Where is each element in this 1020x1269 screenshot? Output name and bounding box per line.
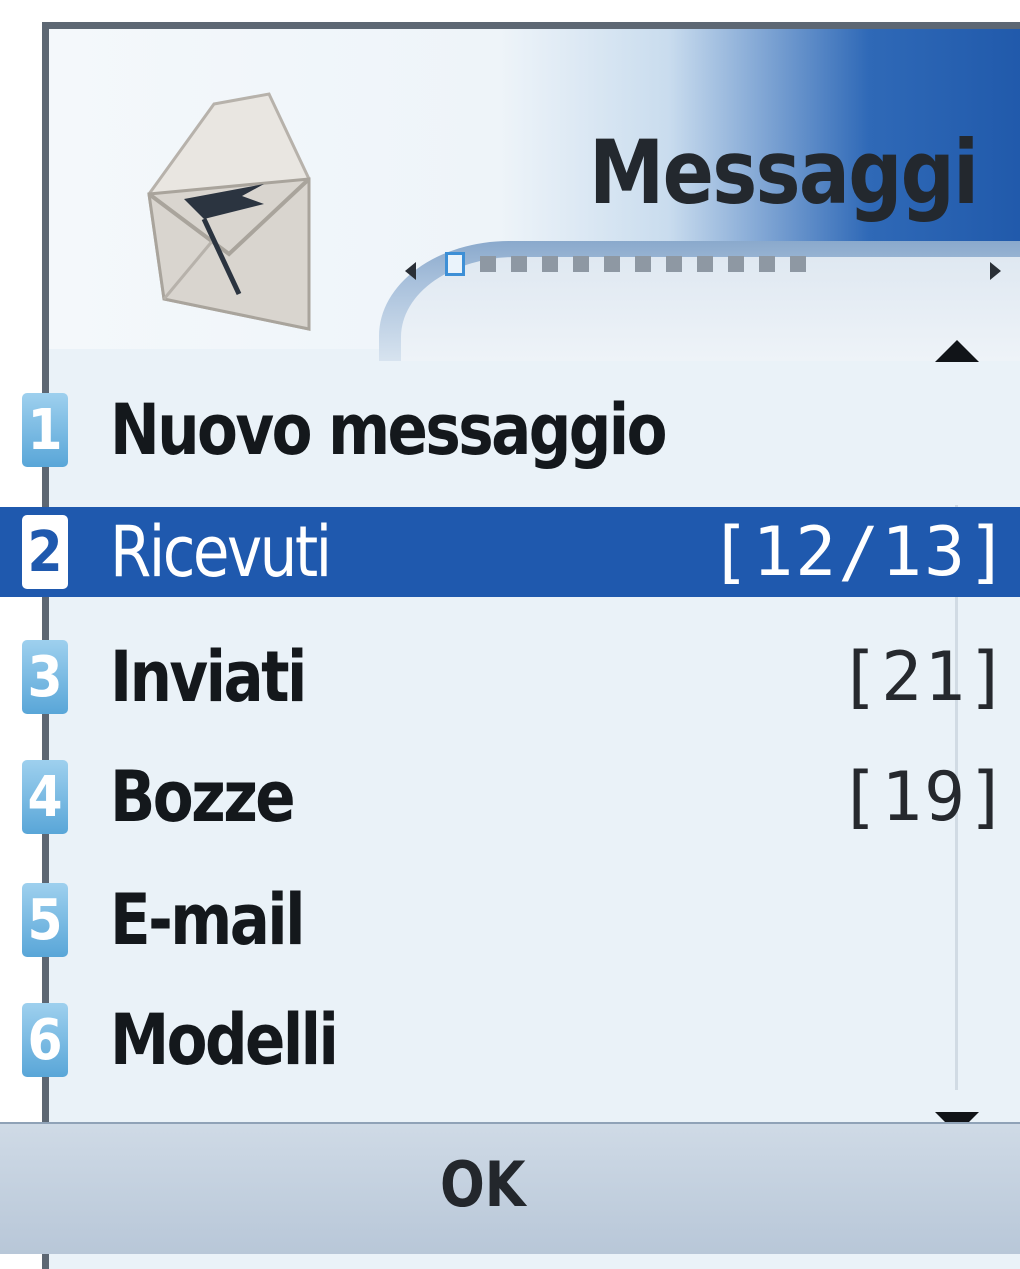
ok-softkey[interactable]: OK	[440, 1148, 526, 1221]
menu-item-ricevuti[interactable]: 2 Ricevuti [12/13]	[0, 507, 1020, 597]
menu-item-count: [21]	[838, 637, 1010, 717]
tab-indicator-dot[interactable]	[728, 256, 744, 272]
number-badge: 3	[22, 640, 68, 714]
menu-item-bozze[interactable]: 4 Bozze [19]	[0, 752, 1020, 842]
tab-indicator-dot[interactable]	[511, 256, 527, 272]
number-badge: 4	[22, 760, 68, 834]
tab-indicator-dot[interactable]	[542, 256, 558, 272]
number-badge: 1	[22, 393, 68, 467]
menu-item-label: Modelli	[110, 999, 339, 1081]
tab-indicator-dot[interactable]	[697, 256, 713, 272]
tab-indicator-dot[interactable]	[635, 256, 651, 272]
menu-item-modelli[interactable]: 6 Modelli	[0, 995, 1020, 1085]
tab-indicator	[445, 252, 806, 276]
menu-item-label: Nuovo messaggio	[110, 389, 668, 471]
tab-indicator-dot[interactable]	[573, 256, 589, 272]
number-badge: 6	[22, 1003, 68, 1077]
tab-indicator-dot[interactable]	[790, 256, 806, 272]
envelope-icon	[147, 92, 311, 331]
page-title: Messaggi	[589, 121, 979, 224]
chevron-right-icon[interactable]	[990, 262, 1001, 280]
number-badge: 5	[22, 883, 68, 957]
menu-item-label: Ricevuti	[110, 511, 332, 593]
tab-indicator-dot-active[interactable]	[445, 252, 465, 276]
menu-item-e-mail[interactable]: 5 E-mail	[0, 875, 1020, 965]
tab-indicator-dot[interactable]	[666, 256, 682, 272]
number-badge: 2	[22, 515, 68, 589]
tab-indicator-dot[interactable]	[759, 256, 775, 272]
menu-item-label: E-mail	[110, 879, 306, 961]
menu-item-nuovo-messaggio[interactable]: 1 Nuovo messaggio	[0, 385, 1020, 475]
menu-item-count: [12/13]	[709, 512, 1010, 592]
scroll-up-arrow-icon[interactable]	[935, 340, 979, 362]
menu-item-label: Bozze	[110, 756, 296, 838]
menu-item-label: Inviati	[110, 636, 307, 718]
chevron-left-icon[interactable]	[405, 262, 416, 280]
tab-indicator-dot[interactable]	[480, 256, 496, 272]
menu-item-inviati[interactable]: 3 Inviati [21]	[0, 632, 1020, 722]
menu-item-count: [19]	[838, 757, 1010, 837]
tab-indicator-dot[interactable]	[604, 256, 620, 272]
